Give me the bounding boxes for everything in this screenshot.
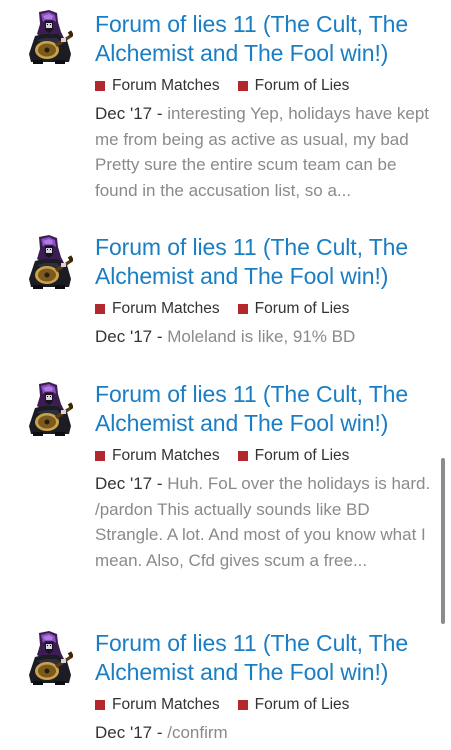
category-label: Forum Matches — [112, 696, 220, 713]
category-label: Forum Matches — [112, 300, 220, 317]
category-color-square — [95, 81, 105, 91]
category-badge-forum-of-lies[interactable]: Forum of Lies — [237, 447, 350, 465]
category-badge-forum-of-lies[interactable]: Forum of Lies — [237, 300, 350, 318]
category-badges: Forum Matches Forum of Lies — [95, 445, 435, 467]
result-content: Forum of lies 11 (The Cult, The Alchemis… — [95, 233, 435, 350]
hooded-figure-avatar-icon[interactable] — [27, 10, 73, 64]
date-separator: - — [152, 723, 168, 742]
result-content: Forum of lies 11 (The Cult, The Alchemis… — [95, 10, 435, 203]
topic-title-line: Alchemist and The Fool win!) — [95, 410, 389, 436]
category-color-square — [237, 451, 248, 461]
hooded-figure-avatar-icon[interactable] — [27, 235, 73, 289]
date-separator: - — [152, 104, 168, 123]
post-date: Dec '17 — [95, 474, 153, 493]
post-excerpt[interactable]: Dec '17 - /confirm — [95, 720, 435, 746]
post-date: Dec '17 — [95, 104, 153, 123]
scrollbar-thumb[interactable] — [441, 458, 445, 624]
category-color-square — [237, 700, 248, 710]
post-excerpt[interactable]: Dec '17 - interesting Yep, holidays have… — [95, 101, 435, 203]
topic-title-line: Forum of lies 11 (The Cult, The — [95, 630, 409, 656]
category-badge-forum-matches[interactable]: Forum Matches — [95, 300, 220, 318]
topic-title-link[interactable]: Forum of lies 11 (The Cult, The Alchemis… — [95, 233, 435, 291]
category-color-square — [95, 304, 105, 314]
category-color-square — [237, 81, 248, 91]
category-badges: Forum Matches Forum of Lies — [95, 75, 435, 97]
category-label: Forum of Lies — [254, 696, 350, 713]
topic-title-line: Forum of lies 11 (The Cult, The — [95, 234, 409, 260]
topic-title-line: Forum of lies 11 (The Cult, The — [95, 11, 409, 37]
topic-title-link[interactable]: Forum of lies 11 (The Cult, The Alchemis… — [95, 629, 435, 687]
excerpt-text: Moleland is like, 91% BD — [167, 327, 356, 346]
topic-title-link[interactable]: Forum of lies 11 (The Cult, The Alchemis… — [95, 10, 435, 68]
post-excerpt[interactable]: Dec '17 - Moleland is like, 91% BD — [95, 324, 435, 350]
category-label: Forum of Lies — [254, 300, 350, 317]
category-color-square — [237, 304, 248, 314]
hooded-figure-avatar-icon[interactable] — [27, 382, 73, 436]
topic-title-line: Forum of lies 11 (The Cult, The — [95, 381, 409, 407]
category-badge-forum-of-lies[interactable]: Forum of Lies — [237, 696, 350, 714]
category-badge-forum-matches[interactable]: Forum Matches — [95, 77, 220, 95]
result-content: Forum of lies 11 (The Cult, The Alchemis… — [95, 380, 435, 573]
category-badge-forum-matches[interactable]: Forum Matches — [95, 696, 220, 714]
category-label: Forum Matches — [112, 77, 220, 94]
category-badge-forum-of-lies[interactable]: Forum of Lies — [237, 77, 350, 95]
category-label: Forum of Lies — [254, 77, 350, 94]
post-excerpt[interactable]: Dec '17 - Huh. FoL over the holidays is … — [95, 471, 435, 573]
topic-title-line: Alchemist and The Fool win!) — [95, 659, 389, 685]
topic-title-line: Alchemist and The Fool win!) — [95, 40, 389, 66]
post-date: Dec '17 — [95, 723, 153, 742]
category-badges: Forum Matches Forum of Lies — [95, 298, 435, 320]
topic-title-link[interactable]: Forum of lies 11 (The Cult, The Alchemis… — [95, 380, 435, 438]
category-label: Forum Matches — [112, 447, 220, 464]
hooded-figure-avatar-icon[interactable] — [27, 631, 73, 685]
category-color-square — [95, 451, 105, 461]
date-separator: - — [152, 474, 168, 493]
category-label: Forum of Lies — [254, 447, 350, 464]
excerpt-text: /confirm — [167, 723, 228, 742]
date-separator: - — [152, 327, 168, 346]
category-color-square — [95, 700, 105, 710]
category-badges: Forum Matches Forum of Lies — [95, 694, 435, 716]
topic-title-line: Alchemist and The Fool win!) — [95, 263, 389, 289]
result-content: Forum of lies 11 (The Cult, The Alchemis… — [95, 629, 435, 746]
category-badge-forum-matches[interactable]: Forum Matches — [95, 447, 220, 465]
post-date: Dec '17 — [95, 327, 153, 346]
